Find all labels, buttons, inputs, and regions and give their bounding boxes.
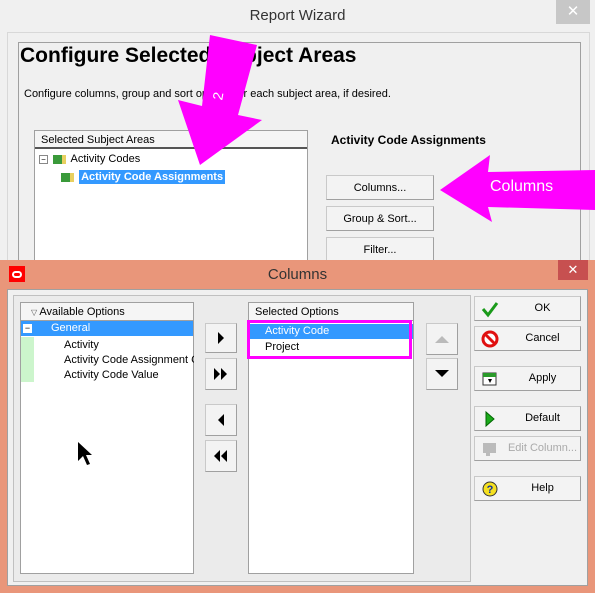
play-icon — [485, 410, 495, 428]
edit-column-icon — [483, 443, 496, 456]
apply-icon — [482, 372, 497, 386]
mouse-cursor-icon — [78, 442, 92, 465]
annotation-highlight-box — [247, 320, 412, 359]
remove-button[interactable] — [205, 404, 237, 436]
available-item[interactable]: Activity Code Assignment C — [64, 353, 194, 368]
dialog-close-button[interactable]: ✕ — [558, 260, 588, 280]
help-icon: ? — [482, 481, 498, 497]
annotation-label: Columns — [490, 178, 554, 195]
apply-button[interactable]: Apply — [474, 366, 581, 391]
available-item[interactable]: Activity Code Value — [64, 368, 159, 383]
default-button[interactable]: Default — [474, 406, 581, 431]
svg-text:?: ? — [487, 484, 494, 496]
add-all-button[interactable] — [205, 358, 237, 390]
ok-button[interactable]: OK — [474, 296, 581, 321]
dialog-title: Columns — [267, 266, 328, 283]
collapse-icon[interactable]: − — [23, 324, 32, 333]
help-button[interactable]: ? Help — [474, 476, 581, 501]
edit-column-button[interactable]: Edit Column... — [474, 436, 581, 461]
available-options-list[interactable]: ▽ Available Options − General Activity A… — [20, 302, 194, 574]
group-general[interactable]: − General — [21, 321, 193, 336]
annotation-arrow-down — [178, 35, 595, 222]
move-down-button[interactable] — [426, 358, 458, 390]
available-item[interactable]: Activity — [64, 338, 99, 353]
cancel-button[interactable]: Cancel — [474, 326, 581, 351]
cancel-icon — [481, 330, 499, 348]
add-button[interactable] — [205, 323, 237, 353]
move-up-button[interactable] — [426, 323, 458, 355]
check-icon — [481, 302, 499, 318]
remove-all-button[interactable] — [205, 440, 237, 472]
